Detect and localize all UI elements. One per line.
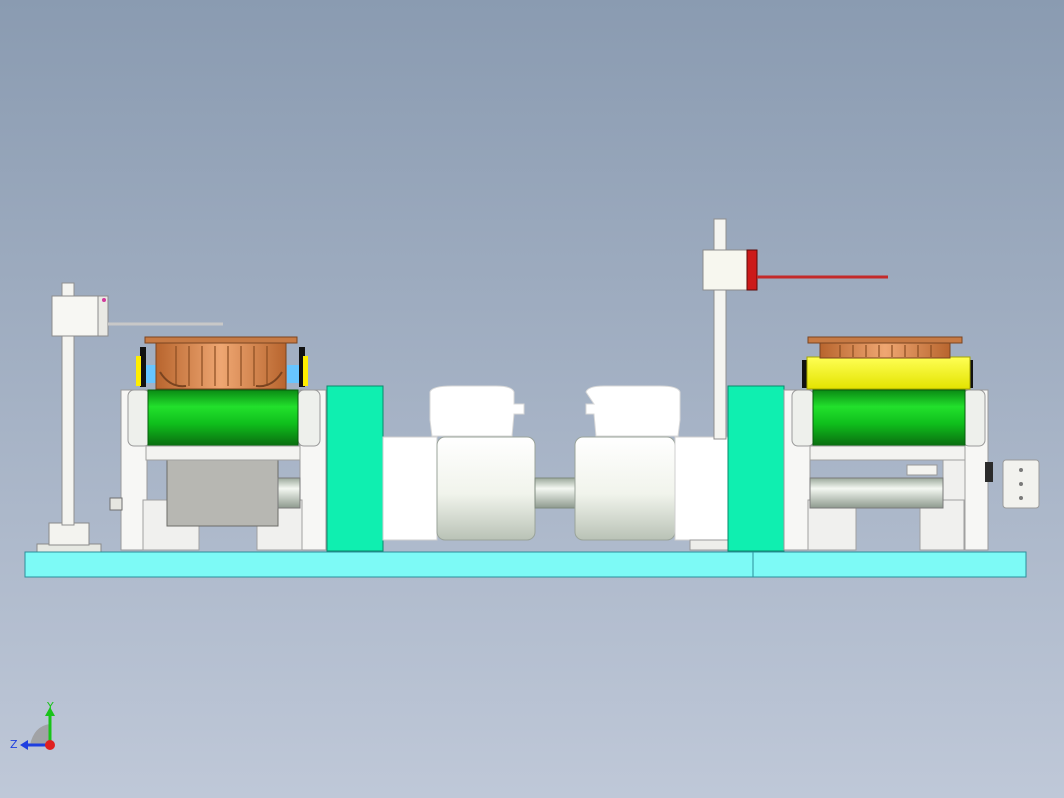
right-green-roller — [812, 389, 966, 447]
x-axis-dot — [45, 740, 55, 750]
yellow-cover — [806, 356, 971, 390]
z-axis-label: Z — [10, 738, 18, 751]
gray-panel — [166, 459, 279, 527]
right-motor-bracket — [727, 385, 785, 552]
y-axis-label: Y — [46, 700, 54, 713]
left-roller-assembly — [109, 336, 327, 551]
coupling-shaft — [534, 477, 578, 509]
base-plate — [24, 551, 1027, 578]
left-green-roller — [147, 389, 299, 447]
cad-viewport: Y Z — [0, 0, 1064, 798]
left-motor-bracket — [326, 385, 384, 552]
laser-sensor-head — [746, 249, 758, 291]
